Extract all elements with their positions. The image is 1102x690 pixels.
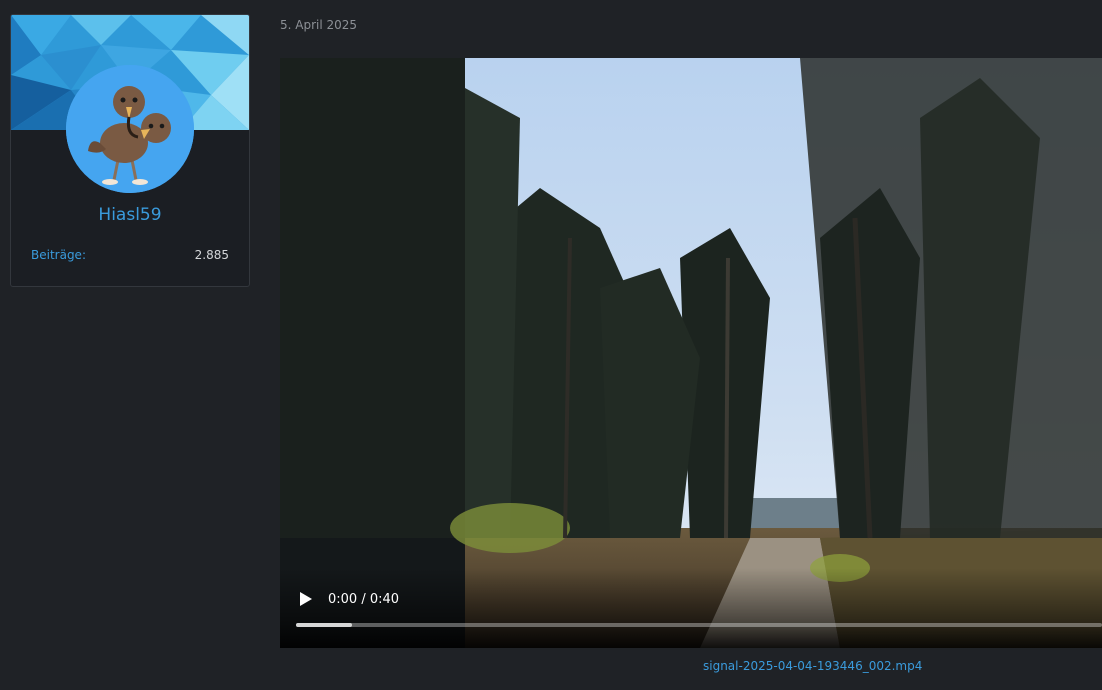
video-time-display: 0:00 / 0:40	[328, 592, 400, 607]
video-frame	[280, 58, 1102, 648]
user-card: Hiasl59 Beiträge: 2.885	[10, 14, 250, 287]
attachment-link[interactable]: signal-2025-04-04-193446_002.mp4	[703, 659, 922, 673]
video-progress-bar[interactable]	[296, 623, 1102, 627]
user-avatar[interactable]	[66, 65, 194, 193]
video-player[interactable]: 0:00 / 0:40	[280, 58, 1102, 648]
play-button[interactable]	[294, 588, 316, 610]
stat-label-posts[interactable]: Beiträge:	[31, 248, 86, 262]
play-icon	[300, 592, 312, 606]
page: Hiasl59 Beiträge: 2.885 5. April 2025 0:…	[0, 0, 1102, 690]
username-link[interactable]: Hiasl59	[11, 205, 249, 225]
stat-value-posts: 2.885	[194, 248, 229, 262]
video-controls-overlay	[280, 568, 1102, 648]
video-buffered-fill	[296, 623, 353, 627]
post-date[interactable]: 5. April 2025	[280, 18, 357, 32]
stat-row-posts: Beiträge: 2.885	[31, 248, 229, 264]
